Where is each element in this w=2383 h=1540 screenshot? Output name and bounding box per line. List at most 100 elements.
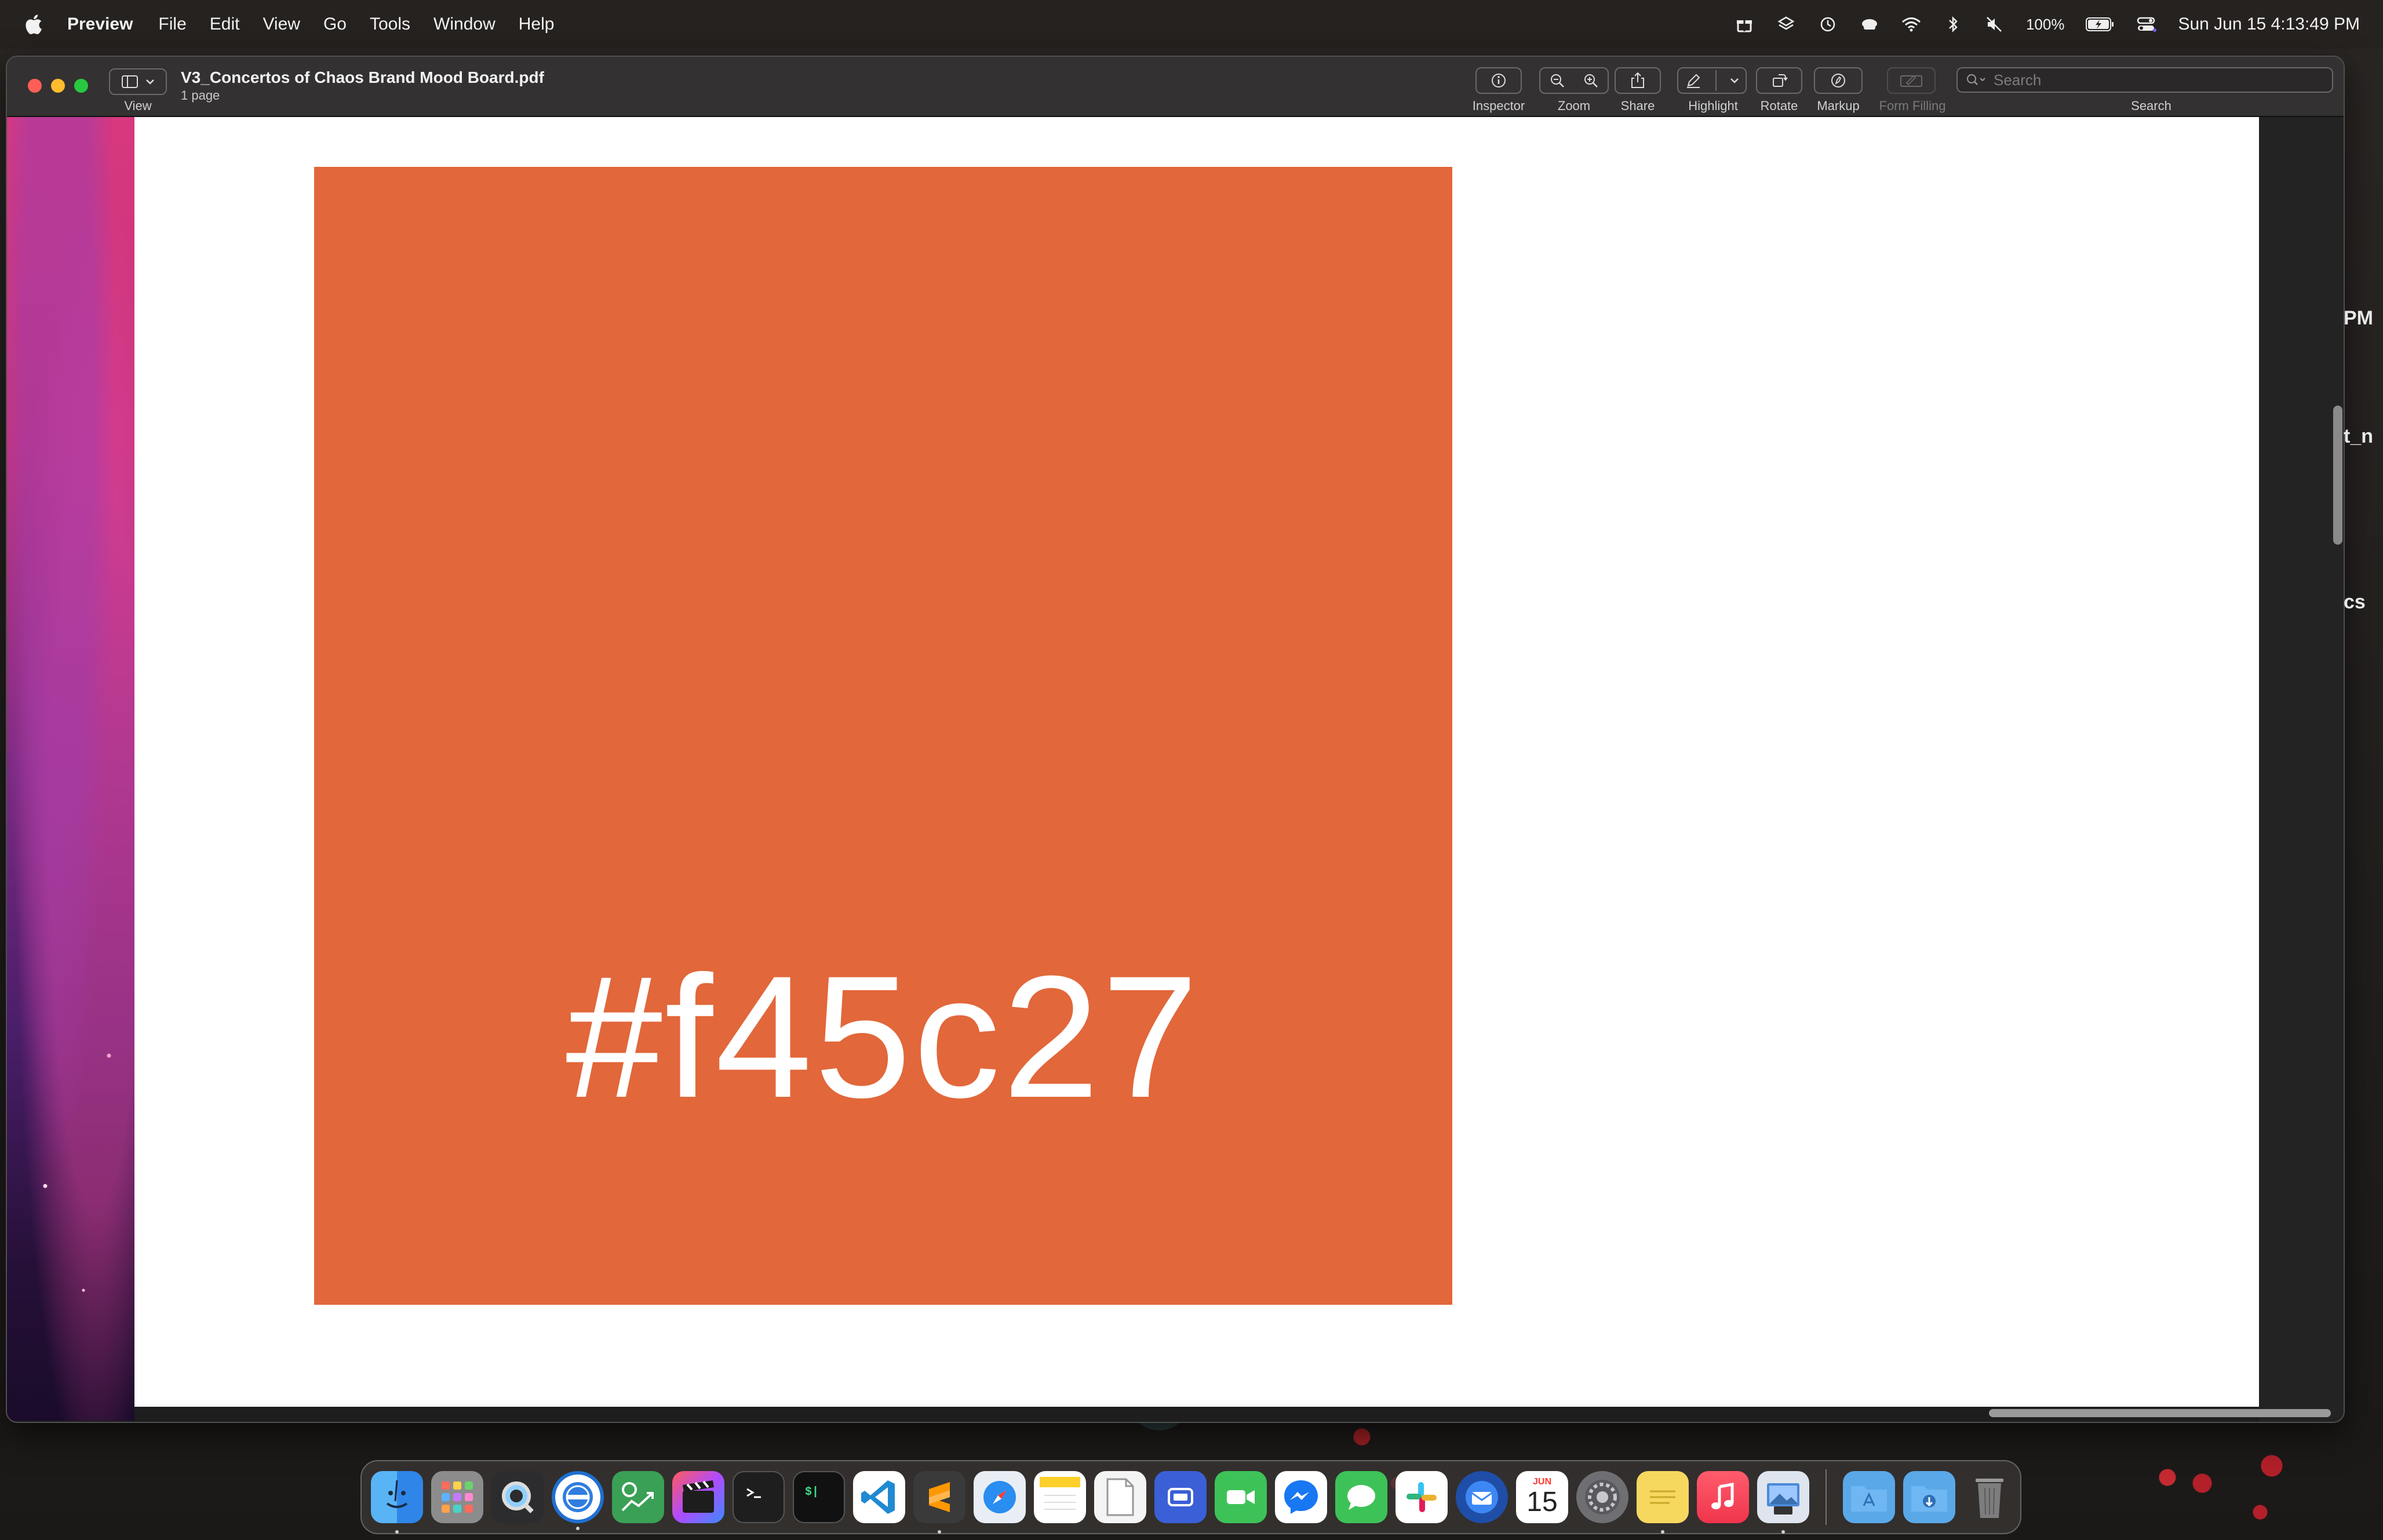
running-indicator [1661,1530,1664,1534]
form-filling-icon [1900,75,1922,87]
music-icon[interactable] [1697,1471,1749,1523]
markup-label: Markup [1817,98,1860,113]
trash-icon[interactable] [1963,1471,2016,1523]
markup-button[interactable] [1814,67,1863,94]
zoom-in-icon[interactable] [1582,72,1599,89]
running-indicator [395,1530,399,1534]
final-cut-pro-icon[interactable] [672,1471,724,1523]
running-indicator [938,1530,941,1534]
sublime-text-icon[interactable] [913,1471,965,1534]
preview-app-icon[interactable] [1757,1471,1809,1534]
background-window-scrollbar[interactable] [2333,406,2342,545]
menu-help[interactable]: Help [519,14,555,34]
menu-tools[interactable]: Tools [370,14,410,34]
rotate-button[interactable] [1756,67,1802,94]
gift-icon[interactable] [1734,14,1755,35]
textedit-icon[interactable] [1094,1471,1146,1523]
thunderbird-icon[interactable] [1456,1471,1508,1523]
running-indicator [576,1527,580,1530]
document-right-gutter [2259,117,2344,1422]
share-icon [1631,72,1644,88]
stickies-icon[interactable] [1637,1471,1689,1534]
highlight-label: Highlight [1688,98,1738,113]
slack-icon[interactable] [1395,1471,1448,1523]
rotate-label: Rotate [1760,98,1798,113]
horizontal-scrollbar[interactable] [1989,1409,2331,1417]
quicktime-icon[interactable] [491,1471,544,1523]
menu-bar: Preview File Edit View Go Tools Window H… [0,0,2383,49]
view-sidebar-button[interactable] [109,68,167,95]
calendar-day: 15 [1526,1487,1558,1517]
document-title[interactable]: V3_Concertos of Chaos Brand Mood Board.p… [181,68,544,87]
launchpad-icon[interactable] [431,1471,483,1523]
view-label: View [124,98,152,113]
applications-folder-icon[interactable] [1843,1471,1895,1523]
dock-separator [1825,1469,1827,1525]
info-icon [1492,74,1506,87]
search-input[interactable] [1994,71,2318,89]
chevron-down-icon [1730,78,1739,83]
window-toolbar: View V3_Concertos of Chaos Brand Mood Bo… [7,57,2344,117]
markup-pen-icon [1831,74,1845,87]
zoom-button-group [1539,67,1609,94]
highlighter-pen-icon [1687,74,1700,88]
notes-icon[interactable] [1034,1471,1086,1523]
messages-icon[interactable] [1335,1471,1387,1523]
apple-menu-icon[interactable] [23,13,44,36]
background-window-text-n: t_n [2344,425,2373,447]
sidebar-icon [122,75,138,88]
battery-percent: 100% [2025,15,2065,33]
background-window-text-cs: cs [2344,591,2366,613]
control-center-icon[interactable] [2136,14,2157,35]
swatch-hex-label: #f45c27 [566,939,1201,1134]
search-icon [1967,74,1985,85]
calendar-month: JUN [1532,1477,1551,1487]
inspector-label: Inspector [1472,98,1525,113]
pdf-page[interactable]: #f45c27 [134,117,2259,1407]
layers-icon[interactable] [1776,14,1797,35]
vscode-icon[interactable] [853,1471,905,1523]
time-machine-icon[interactable] [1817,14,1838,35]
form-filling-button[interactable] [1887,67,1936,94]
zoom-out-icon[interactable] [1548,72,1566,89]
facetime-icon[interactable] [1215,1471,1267,1523]
battery-charging-icon[interactable] [2085,14,2115,35]
wifi-icon[interactable] [1901,14,1922,35]
dock: $| JUN 15 [360,1460,2021,1534]
rotate-icon [1773,74,1788,87]
inspector-button[interactable] [1475,67,1522,94]
running-indicator [1781,1530,1785,1534]
calendar-icon[interactable]: JUN 15 [1516,1471,1568,1523]
wallpaper-strip [7,117,134,1421]
share-button[interactable] [1615,67,1661,94]
system-settings-icon[interactable] [1576,1471,1628,1523]
menu-app-name[interactable]: Preview [67,14,133,34]
minimize-window-button[interactable] [51,79,65,93]
menu-view[interactable]: View [263,14,300,34]
downloads-folder-icon[interactable] [1903,1471,1955,1523]
sound-muted-icon[interactable] [1984,14,2005,35]
search-label: Search [2131,98,2171,113]
highlight-button[interactable] [1677,67,1747,94]
menu-file[interactable]: File [158,14,186,34]
svg-text:$|: $| [805,1486,819,1499]
screen-sharing-icon[interactable] [1154,1471,1207,1523]
search-field[interactable] [1956,67,2333,93]
menu-window[interactable]: Window [433,14,495,34]
o2-app-icon[interactable] [612,1471,664,1523]
menu-edit[interactable]: Edit [210,14,240,34]
close-window-button[interactable] [28,79,42,93]
coffee-cup-icon[interactable] [1859,14,1880,35]
zoom-window-button[interactable] [74,79,88,93]
menu-go[interactable]: Go [323,14,347,34]
menu-bar-clock[interactable]: Sun Jun 15 4:13:49 PM [2178,14,2360,34]
terminal-icon[interactable] [733,1471,785,1523]
safari-icon[interactable] [974,1471,1026,1523]
oscar-app-icon[interactable] [552,1471,604,1530]
share-label: Share [1620,98,1655,113]
messenger-icon[interactable] [1275,1471,1327,1523]
bluetooth-icon[interactable] [1943,14,1963,35]
terminal-alt-icon[interactable]: $| [793,1471,845,1523]
finder-icon[interactable] [371,1471,423,1534]
background-window-text-pm: PM [2344,307,2373,329]
